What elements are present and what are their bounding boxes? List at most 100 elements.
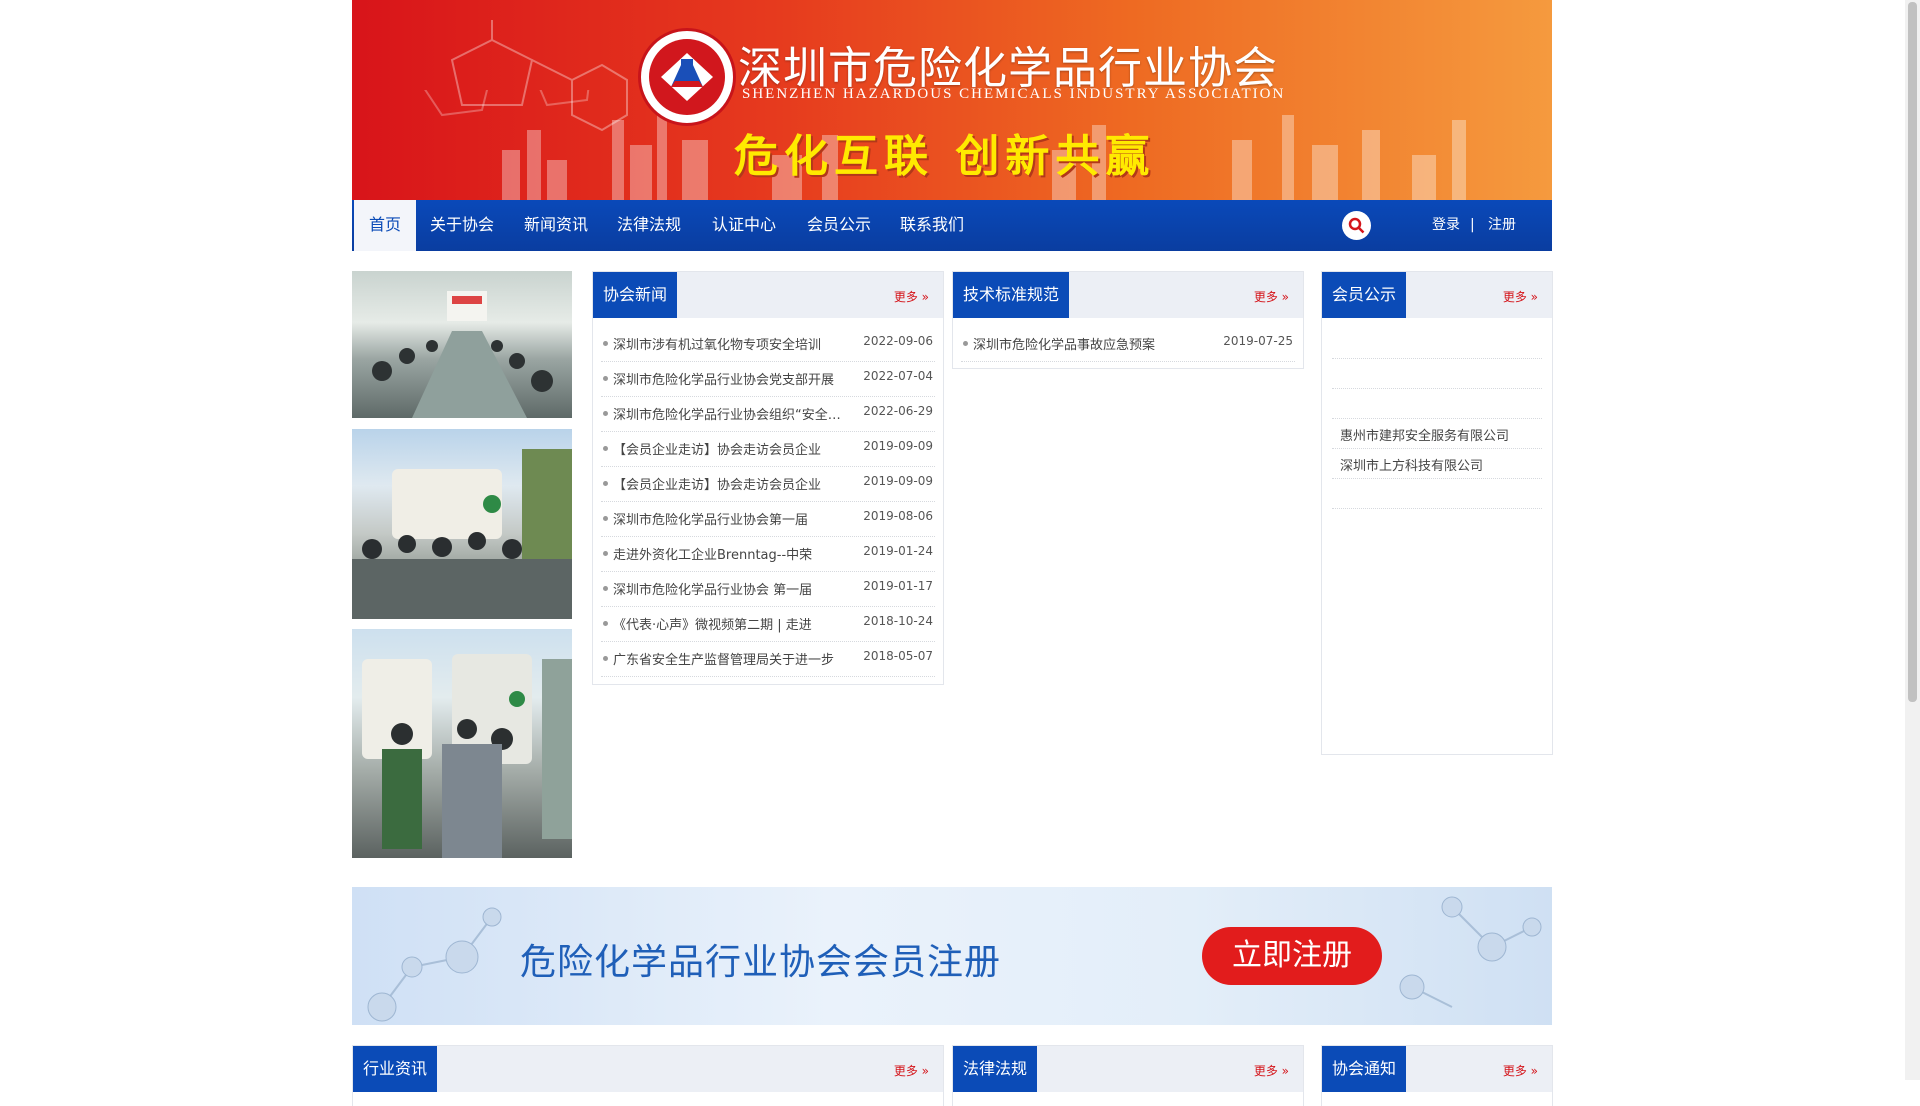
register-now-button[interactable]: 立即注册 (1202, 927, 1382, 985)
news-item[interactable]: 走进外资化工企业Brenntag--中荣 2019-01-24 (601, 536, 935, 572)
association-logo (638, 28, 736, 126)
more-link[interactable]: 更多 » (1503, 288, 1538, 305)
double-chevron-right-icon: » (1530, 1064, 1538, 1078)
bullet-dot-icon (603, 621, 608, 626)
panel-header: 技术标准规范 更多 » (953, 272, 1303, 318)
banner-slogan: 危化互联 创新共赢 (734, 131, 1156, 182)
member-list-item (1332, 358, 1542, 389)
bullet-dot-icon (963, 341, 968, 346)
news-item[interactable]: 《代表·心声》微视频第二期 | 走进 2018-10-24 (601, 606, 935, 642)
member-register-banner[interactable]: 危险化学品行业协会会员注册 立即注册 (352, 887, 1552, 1025)
search-button[interactable] (1342, 211, 1371, 240)
news-item-title[interactable]: 【会员企业走访】协会走访会员企业 (613, 439, 848, 458)
news-item-date: 2018-10-24 (863, 614, 933, 628)
news-item[interactable]: 深圳市危险化学品行业协会第一届 2019-08-06 (601, 501, 935, 537)
more-link[interactable]: 更多 » (1503, 1062, 1538, 1079)
login-link[interactable]: 登录 (1432, 200, 1460, 251)
panel-header: 法律法规 更多 » (953, 1046, 1303, 1092)
more-link[interactable]: 更多 » (894, 1062, 929, 1079)
news-item-date: 2019-01-17 (863, 579, 933, 593)
news-item-title[interactable]: 深圳市危险化学品行业协会第一届 (613, 509, 848, 528)
news-photo-site[interactable] (352, 629, 572, 858)
nav-item-home[interactable]: 首页 (354, 200, 416, 251)
more-link[interactable]: 更多 » (894, 288, 929, 305)
double-chevron-right-icon: » (921, 1064, 929, 1078)
bullet-dot-icon (603, 516, 608, 521)
news-item-title[interactable]: 广东省安全生产监督管理局关于进一步 (613, 649, 848, 668)
panel-header: 行业资讯 更多 » (353, 1046, 943, 1092)
bullet-dot-icon (603, 446, 608, 451)
more-link[interactable]: 更多 » (1254, 1062, 1289, 1079)
news-item[interactable]: 广东省安全生产监督管理局关于进一步 2018-05-07 (601, 641, 935, 677)
member-list-item[interactable]: 惠州市建邦安全服务有限公司 (1332, 418, 1542, 449)
nav-item-members[interactable]: 会员公示 (807, 200, 871, 251)
bullet-dot-icon (603, 376, 608, 381)
member-list-item (1332, 388, 1542, 419)
member-list-item[interactable]: 深圳市上方科技有限公司 (1332, 448, 1542, 479)
panel-title: 会员公示 (1322, 272, 1407, 318)
news-item-title[interactable]: 深圳市危险化学品事故应急预案 (973, 334, 1208, 353)
news-item-title[interactable]: 走进外资化工企业Brenntag--中荣 (613, 544, 848, 563)
tech-standards-panel: 技术标准规范 更多 » 深圳市危险化学品事故应急预案 2019-07-25 (952, 271, 1304, 369)
panel-title: 协会通知 (1322, 1046, 1407, 1092)
news-item-date: 2019-09-09 (863, 474, 933, 488)
news-item-date: 2022-07-04 (863, 369, 933, 383)
site-photo-graphic (362, 654, 572, 858)
news-item-title[interactable]: 深圳市危险化学品行业协会党支部开展 (613, 369, 848, 388)
news-item[interactable]: 深圳市涉有机过氧化物专项安全培训 2022-09-06 (601, 326, 935, 362)
double-chevron-right-icon: » (1530, 290, 1538, 304)
vertical-scrollbar[interactable] (1905, 0, 1920, 1080)
more-link[interactable]: 更多 » (1254, 288, 1289, 305)
panel-title: 协会新闻 (593, 272, 678, 318)
news-item[interactable]: 【会员企业走访】协会走访会员企业 2019-09-09 (601, 431, 935, 467)
news-item[interactable]: 【会员企业走访】协会走访会员企业 2019-09-09 (601, 466, 935, 502)
nav-item-news[interactable]: 新闻资讯 (524, 200, 588, 251)
main-nav: 首页 关于协会 新闻资讯 法律法规 认证中心 会员公示 联系我们 登录 | 注册 (352, 200, 1552, 251)
panel-title: 技术标准规范 (953, 272, 1070, 318)
bullet-dot-icon (603, 341, 608, 346)
news-item-date: 2022-06-29 (863, 404, 933, 418)
news-item-title[interactable]: 深圳市涉有机过氧化物专项安全培训 (613, 334, 848, 353)
news-item-date: 2022-09-06 (863, 334, 933, 348)
search-icon (1348, 217, 1365, 234)
news-item[interactable]: 深圳市危险化学品事故应急预案 2019-07-25 (961, 326, 1295, 362)
register-banner-text: 危险化学品行业协会会员注册 (520, 942, 1002, 983)
flask-icon (661, 53, 713, 101)
double-chevron-right-icon: » (1281, 290, 1289, 304)
bullet-dot-icon (603, 481, 608, 486)
news-item-date: 2019-09-09 (863, 439, 933, 453)
double-chevron-right-icon: » (921, 290, 929, 304)
news-item[interactable]: 深圳市危险化学品行业协会党支部开展 2022-07-04 (601, 361, 935, 397)
double-chevron-right-icon: » (1281, 1064, 1289, 1078)
bullet-dot-icon (603, 411, 608, 416)
news-item[interactable]: 深圳市危险化学品行业协会 第一届 2019-01-17 (601, 571, 935, 607)
panel-header: 会员公示 更多 » (1322, 272, 1552, 318)
association-notice-panel: 协会通知 更多 » (1321, 1045, 1553, 1106)
news-item-date: 2019-01-24 (863, 544, 933, 558)
news-item-title[interactable]: 【会员企业走访】协会走访会员企业 (613, 474, 848, 493)
association-news-panel: 协会新闻 更多 » 深圳市涉有机过氧化物专项安全培训 2022-09-06 深圳市危… (592, 271, 944, 685)
association-title-en: SHENZHEN HAZARDOUS CHEMICALS INDUSTRY AS… (742, 86, 1286, 102)
nav-item-contact[interactable]: 联系我们 (900, 200, 964, 251)
news-item-title[interactable]: 《代表·心声》微视频第二期 | 走进 (613, 614, 848, 633)
news-item-title[interactable]: 深圳市危险化学品行业协会 第一届 (613, 579, 848, 598)
scrollbar-thumb[interactable] (1908, 2, 1917, 702)
news-photo-meeting[interactable] (352, 271, 572, 418)
panel-title: 法律法规 (953, 1046, 1038, 1092)
industry-news-panel: 行业资讯 更多 » (352, 1045, 944, 1106)
news-photo-visit[interactable] (352, 429, 572, 619)
panel-header: 协会新闻 更多 » (593, 272, 943, 318)
nav-item-about[interactable]: 关于协会 (430, 200, 494, 251)
news-item[interactable]: 深圳市危险化学品行业协会组织“安全生产月” 2022-06-29 (601, 396, 935, 432)
member-name: 惠州市建邦安全服务有限公司 (1340, 429, 1510, 444)
bullet-dot-icon (603, 586, 608, 591)
news-item-date: 2019-08-06 (863, 509, 933, 523)
register-link[interactable]: 注册 (1488, 200, 1516, 251)
panel-title: 行业资讯 (353, 1046, 438, 1092)
member-list-item (1332, 328, 1542, 359)
nav-item-certification[interactable]: 认证中心 (712, 200, 776, 251)
member-name: 深圳市上方科技有限公司 (1340, 459, 1484, 474)
news-item-title[interactable]: 深圳市危险化学品行业协会组织“安全生产月” (613, 404, 848, 423)
nav-item-law[interactable]: 法律法规 (617, 200, 681, 251)
news-item-date: 2019-07-25 (1223, 334, 1293, 348)
